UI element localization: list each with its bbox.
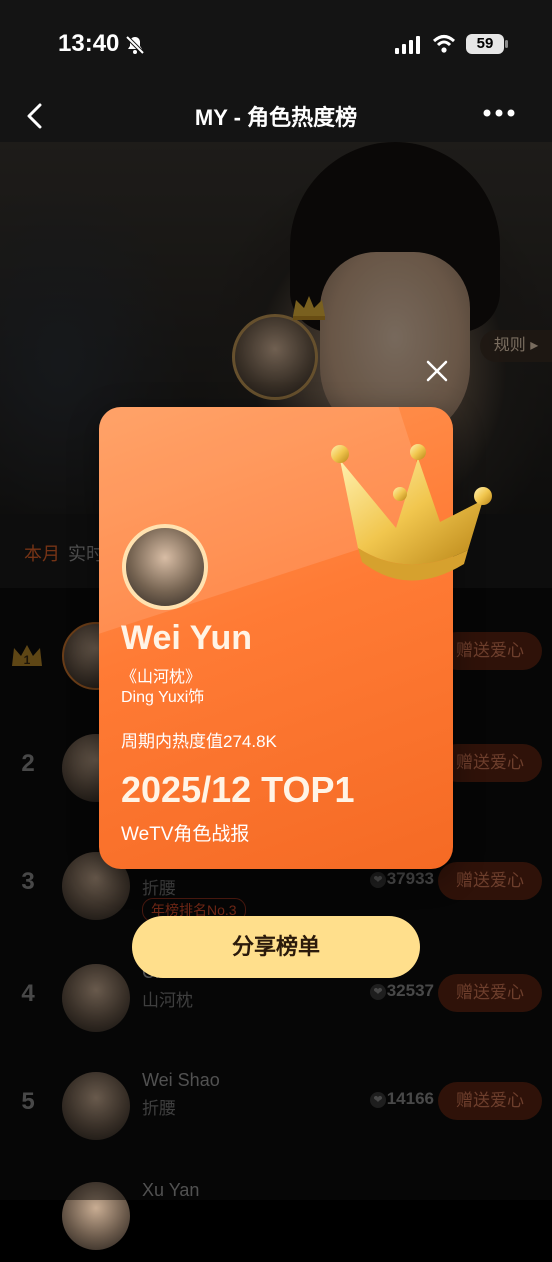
more-options-icon[interactable] <box>482 108 516 118</box>
actor-credit: Ding Yuxi饰 <box>121 689 205 706</box>
gold-crown-icon <box>331 444 492 581</box>
navigation-bar: MY - 角色热度榜 <box>0 90 552 142</box>
character-name: Wei Yun <box>121 619 253 657</box>
bell-off-icon <box>125 35 145 55</box>
close-icon[interactable] <box>424 358 450 384</box>
report-label: WeTV角色战报 <box>121 824 250 845</box>
rank-period: 2025/12 TOP1 <box>121 769 355 810</box>
wifi-icon <box>432 35 456 53</box>
status-time: 13:40 <box>58 30 120 57</box>
cellular-signal-icon <box>395 36 420 54</box>
heat-value: 周期内热度值274.8K <box>121 732 277 751</box>
share-ranking-button[interactable]: 分享榜单 <box>132 916 420 978</box>
battery-indicator: 59 <box>466 34 504 54</box>
page-title: MY - 角色热度榜 <box>194 105 358 130</box>
battery-tip <box>505 40 508 48</box>
status-bar: 13:40 59 <box>0 0 552 90</box>
character-avatar <box>122 524 208 610</box>
